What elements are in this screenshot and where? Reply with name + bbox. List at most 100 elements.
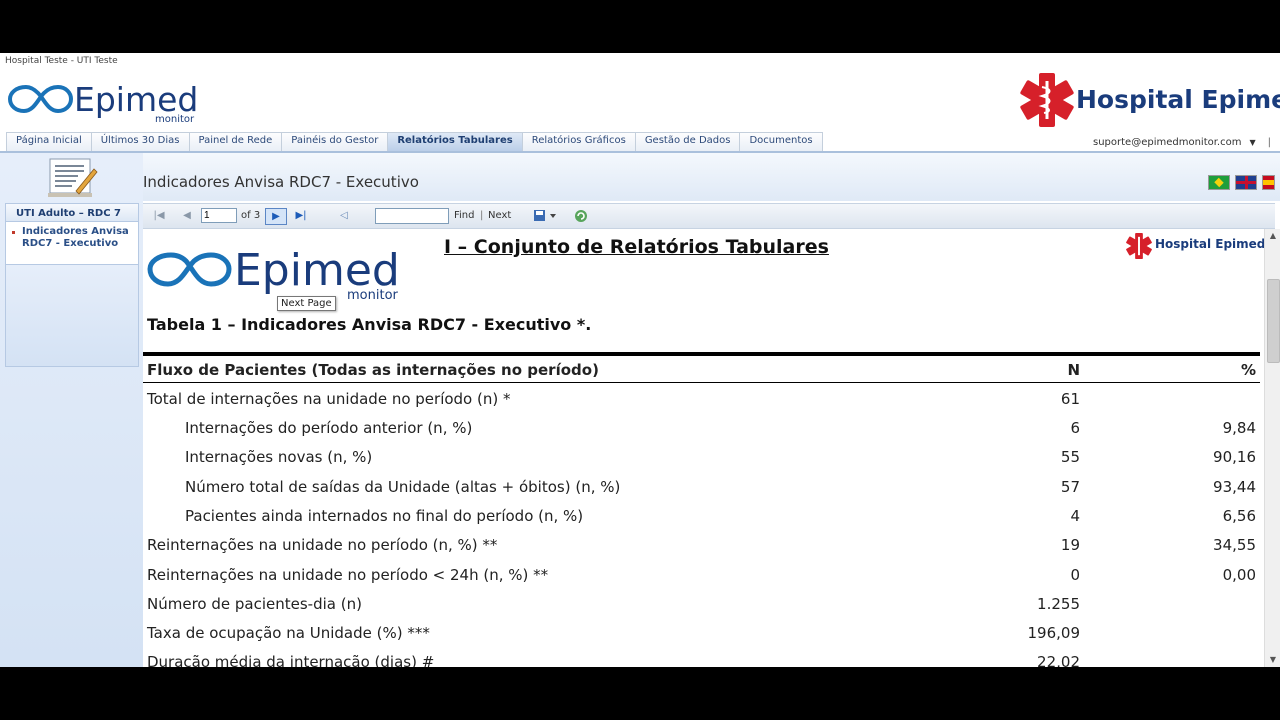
app-window: Hospital Teste - UTI Teste Epimed monito…: [0, 53, 1280, 667]
sidebar-item-indicadores[interactable]: Indicadores Anvisa RDC7 - Executivo: [6, 222, 138, 250]
report-epimed-logo: Epimed monitor: [147, 245, 400, 301]
row-pct: 90,16: [1213, 448, 1256, 466]
next-page-icon[interactable]: ▶: [265, 208, 287, 225]
find-link[interactable]: Find: [454, 208, 475, 223]
row-label: Taxa de ocupação na Unidade (%) ***: [147, 624, 430, 642]
header-rule: [143, 382, 1260, 383]
next-page-tooltip: Next Page: [277, 296, 336, 311]
table-row: Número total de saídas da Unidade (altas…: [143, 478, 1260, 507]
row-label: Pacientes ainda internados no final do p…: [185, 507, 584, 525]
toolbar-separator: |: [480, 210, 484, 221]
report-hospital-name: Hospital Epimed: [1155, 237, 1264, 251]
table-row: Reinternações na unidade no período (n, …: [143, 536, 1260, 565]
hospital-name: Hospital Epimed: [1076, 85, 1280, 114]
page-title: Indicadores Anvisa RDC7 - Executivo: [143, 173, 419, 191]
scroll-up-icon[interactable]: ▲: [1265, 229, 1280, 243]
find-input[interactable]: [375, 208, 449, 224]
find-next-link[interactable]: Next: [488, 208, 511, 223]
sidebar-group: UTI Adulto – RDC 7 Indicadores Anvisa RD…: [5, 203, 139, 367]
row-n: 61: [1060, 390, 1080, 408]
tab-relatorios-tabulares[interactable]: Relatórios Tabulares: [388, 132, 523, 153]
row-label: Internações do período anterior (n, %): [185, 419, 473, 437]
tab-gestao-de-dados[interactable]: Gestão de Dados: [635, 132, 741, 153]
column-header-pct: %: [1240, 361, 1256, 379]
tab-relatorios-graficos[interactable]: Relatórios Gráficos: [522, 132, 636, 153]
table-row: Internações novas (n, %) 55 90,16: [143, 448, 1260, 477]
tab-painel-de-rede[interactable]: Painel de Rede: [189, 132, 283, 153]
window-title: Hospital Teste - UTI Teste: [5, 56, 118, 66]
brazil-flag-icon[interactable]: [1208, 175, 1230, 190]
uk-flag-icon[interactable]: [1235, 175, 1257, 190]
sidebar: UTI Adulto – RDC 7 Indicadores Anvisa RD…: [0, 153, 143, 667]
report-document-icon: [48, 158, 98, 197]
row-label: Reinternações na unidade no período < 24…: [147, 566, 549, 584]
tab-paineis-do-gestor[interactable]: Painéis do Gestor: [282, 132, 389, 153]
page-total: of 3: [241, 210, 261, 221]
report-heading: I – Conjunto de Relatórios Tabulares: [444, 236, 829, 258]
row-n: 19: [1060, 536, 1080, 554]
tab-documentos[interactable]: Documentos: [740, 132, 823, 153]
chevron-down-icon[interactable]: ▼: [1249, 138, 1255, 147]
epimed-logo[interactable]: Epimed monitor: [8, 73, 208, 125]
row-pct: 6,56: [1222, 507, 1256, 525]
first-page-icon[interactable]: |◀: [151, 208, 167, 223]
column-header-label: Fluxo de Pacientes (Todas as internações…: [147, 361, 599, 379]
table-row: Reinternações na unidade no período < 24…: [143, 566, 1260, 595]
row-label: Número de pacientes-dia (n): [147, 595, 362, 613]
user-menu[interactable]: suporte@epimedmonitor.com ▼ |: [1093, 137, 1271, 148]
page-number-input[interactable]: [201, 208, 237, 223]
back-to-parent-icon[interactable]: ◁: [336, 208, 352, 223]
content-header: Indicadores Anvisa RDC7 - Executivo: [143, 153, 1280, 201]
menu-separator: |: [1267, 137, 1271, 148]
user-email: suporte@epimedmonitor.com: [1093, 137, 1242, 148]
export-icon[interactable]: [533, 208, 559, 223]
row-n: 1.255: [1037, 595, 1080, 613]
row-n: 196,09: [1027, 624, 1081, 642]
row-n: 4: [1070, 507, 1080, 525]
star-of-life-icon: [1020, 73, 1074, 127]
row-n: 55: [1060, 448, 1080, 466]
star-of-life-icon: [1126, 232, 1152, 260]
row-n: 0: [1070, 566, 1080, 584]
table-header-row: Fluxo de Pacientes (Todas as internações…: [143, 361, 1260, 390]
table-row: Total de internações na unidade no perío…: [143, 390, 1260, 419]
report-viewer: Epimed monitor I – Conjunto de Relatório…: [143, 229, 1264, 667]
previous-page-icon[interactable]: ◀: [179, 208, 195, 223]
hospital-logo: Hospital Epimed: [1018, 71, 1280, 131]
table-top-rule: [143, 352, 1260, 356]
table-row: Pacientes ainda internados no final do p…: [143, 507, 1260, 536]
table-row: Duração média da internação (dias) # 22,…: [143, 653, 1260, 667]
row-pct: 93,44: [1213, 478, 1256, 496]
row-n: 6: [1070, 419, 1080, 437]
column-header-n: N: [1067, 361, 1080, 379]
row-label: Duração média da internação (dias) #: [147, 653, 435, 667]
sidebar-item-label: Indicadores Anvisa RDC7 - Executivo: [22, 226, 129, 249]
tab-pagina-inicial[interactable]: Página Inicial: [7, 132, 92, 153]
spain-flag-icon[interactable]: [1262, 175, 1275, 190]
logo-subtext: monitor: [155, 114, 195, 125]
row-label: Reinternações na unidade no período (n, …: [147, 536, 498, 554]
row-n: 57: [1060, 478, 1080, 496]
last-page-icon[interactable]: ▶|: [293, 208, 309, 223]
table-row: Número de pacientes-dia (n) 1.255: [143, 595, 1260, 624]
report-hospital-logo: Hospital Epimed: [1125, 232, 1264, 260]
row-pct: 34,55: [1213, 536, 1256, 554]
row-pct: 9,84: [1222, 419, 1256, 437]
scroll-down-icon[interactable]: ▼: [1265, 653, 1280, 667]
table-row: Taxa de ocupação na Unidade (%) *** 196,…: [143, 624, 1260, 653]
report-toolbar: |◀ ◀ of 3 ▶ ▶| ◁ Find | Next: [143, 203, 1275, 229]
report-logo-subtext: monitor: [347, 288, 399, 301]
main-nav: Página Inicial Últimos 30 Dias Painel de…: [6, 132, 823, 153]
table-row: Internações do período anterior (n, %) 6…: [143, 419, 1260, 448]
language-selector: [1208, 175, 1275, 190]
row-label: Internações novas (n, %): [185, 448, 373, 466]
row-label: Número total de saídas da Unidade (altas…: [185, 478, 621, 496]
report-scrollbar[interactable]: ▲ ▼: [1264, 229, 1280, 667]
scroll-thumb[interactable]: [1267, 279, 1280, 363]
bullet-icon: [12, 231, 15, 234]
table-title: Tabela 1 – Indicadores Anvisa RDC7 - Exe…: [147, 315, 592, 334]
sidebar-group-title: UTI Adulto – RDC 7: [6, 204, 138, 222]
sidebar-background: [6, 265, 138, 366]
tab-ultimos-30-dias[interactable]: Últimos 30 Dias: [91, 132, 190, 153]
refresh-icon[interactable]: [573, 208, 589, 223]
